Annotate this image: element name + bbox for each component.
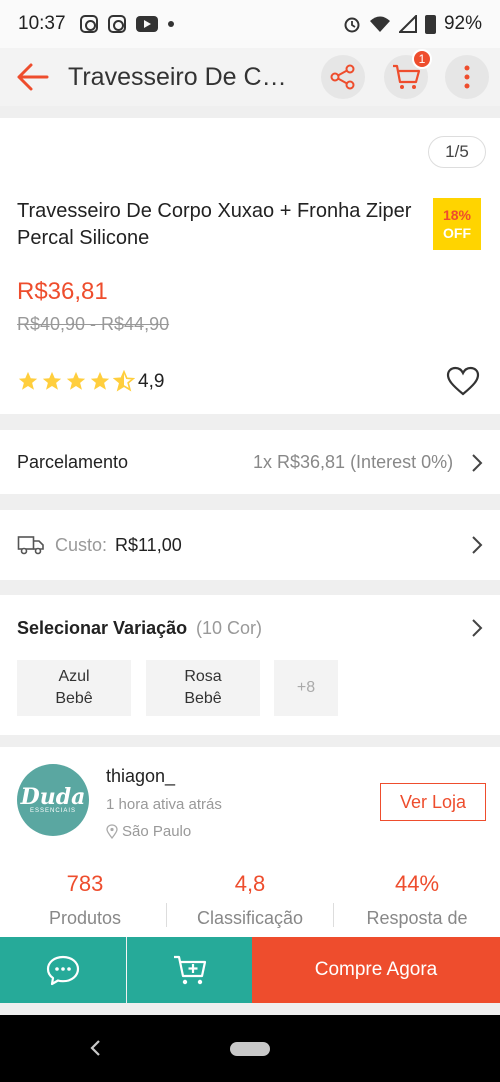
variant-option[interactable]: Rosa Bebê xyxy=(146,660,260,716)
instagram-icon xyxy=(79,15,98,33)
stat-value: 4,8 xyxy=(234,871,266,896)
image-counter: 1/5 xyxy=(428,136,486,168)
star-icon xyxy=(18,371,38,390)
installment-value: 1x R$36,81 (Interest 0%) xyxy=(253,452,454,472)
installment-label: Parcelamento xyxy=(17,452,129,472)
favorite-button[interactable] xyxy=(446,366,480,401)
add-to-cart-icon xyxy=(173,955,206,985)
shipping-cost-value: R$11,00 xyxy=(115,535,182,555)
cart-count-badge: 1 xyxy=(412,49,432,69)
discount-percent: 18% xyxy=(442,207,472,223)
half-star-icon xyxy=(113,370,135,392)
battery-icon xyxy=(424,14,436,34)
rating-stars xyxy=(17,370,135,392)
nav-back-icon[interactable] xyxy=(88,1037,102,1059)
stat-value: 44% xyxy=(394,871,440,896)
truck-icon xyxy=(17,536,44,555)
shipping-cost-label: Custo: xyxy=(55,535,108,555)
star-icon xyxy=(90,371,110,390)
shop-name: thiagon_ xyxy=(106,766,176,786)
more-variants-chip[interactable]: +8 xyxy=(274,660,338,716)
nav-home-pill[interactable] xyxy=(230,1042,270,1056)
rating-value: 4,9 xyxy=(138,371,165,392)
variant-option[interactable]: Azul Bebê xyxy=(17,660,131,716)
discount-badge: 18% OFF xyxy=(433,198,481,250)
arrow-left-icon xyxy=(17,63,49,91)
stat-label: Produtos xyxy=(48,908,122,928)
star-icon xyxy=(66,371,86,390)
chevron-right-icon xyxy=(472,619,483,637)
shop-logo[interactable]: Duda ESSENCIAIS xyxy=(17,764,89,836)
notification-dot-icon xyxy=(167,21,174,27)
variant-label: Azul xyxy=(58,668,90,685)
heart-icon xyxy=(446,366,480,396)
chat-button[interactable] xyxy=(0,937,126,1003)
add-to-cart-button[interactable] xyxy=(127,937,252,1003)
status-time: 10:37 xyxy=(18,13,66,34)
status-bar: 10:37 92% xyxy=(0,0,500,48)
back-button[interactable] xyxy=(10,55,54,99)
shop-location-text: São Paulo xyxy=(122,823,192,840)
share-button[interactable] xyxy=(321,55,365,99)
star-icon xyxy=(42,371,62,390)
instagram-icon xyxy=(107,15,126,33)
chevron-right-icon xyxy=(472,536,483,554)
variation-label[interactable]: Selecionar Variação xyxy=(17,618,187,639)
alarm-icon xyxy=(344,17,360,33)
battery-percent: 92% xyxy=(443,13,482,34)
buy-now-button[interactable]: Compre Agora xyxy=(252,937,500,1003)
shop-logo-subtext: ESSENCIAIS xyxy=(29,808,76,814)
cart-button[interactable]: 1 xyxy=(384,49,432,99)
share-icon xyxy=(330,64,355,90)
variant-label: Bebê xyxy=(55,690,93,707)
page-title: Travesseiro De Corpo Xuxao + Fronha Zipe… xyxy=(68,62,293,91)
shop-active-status: 1 hora ativa atrás xyxy=(106,796,222,813)
variation-count: (10 Cor) xyxy=(196,618,263,638)
more-options-button[interactable] xyxy=(445,55,489,99)
shop-logo-text: Duda xyxy=(20,784,86,810)
original-price: R$40,90 - R$44,90 xyxy=(17,314,170,334)
top-bar: Travesseiro De Corpo Xuxao + Fronha Zipe… xyxy=(0,48,500,106)
product-price: R$36,81 xyxy=(17,278,108,305)
shop-location: São Paulo xyxy=(106,823,191,840)
youtube-icon xyxy=(135,16,158,32)
variant-label: Rosa xyxy=(184,668,222,685)
system-nav-bar xyxy=(0,1015,500,1082)
stat-label: Classificação xyxy=(196,908,304,928)
chat-icon xyxy=(46,955,80,986)
bottom-action-bar: Compre Agora xyxy=(0,937,500,1003)
variant-label: Bebê xyxy=(184,690,222,707)
discount-label: OFF xyxy=(443,225,471,241)
wifi-icon xyxy=(369,16,390,32)
chevron-right-icon xyxy=(472,454,483,472)
product-title: Travesseiro De Corpo Xuxao + Fronha Zipe… xyxy=(17,200,412,249)
signal-icon xyxy=(398,15,417,33)
status-right: 92% xyxy=(343,13,482,35)
stat-value: 783 xyxy=(66,871,104,896)
more-vertical-icon xyxy=(464,65,470,89)
location-pin-icon xyxy=(106,824,118,839)
visit-shop-button[interactable]: Ver Loja xyxy=(380,783,486,821)
stat-label: Resposta de xyxy=(366,908,468,928)
